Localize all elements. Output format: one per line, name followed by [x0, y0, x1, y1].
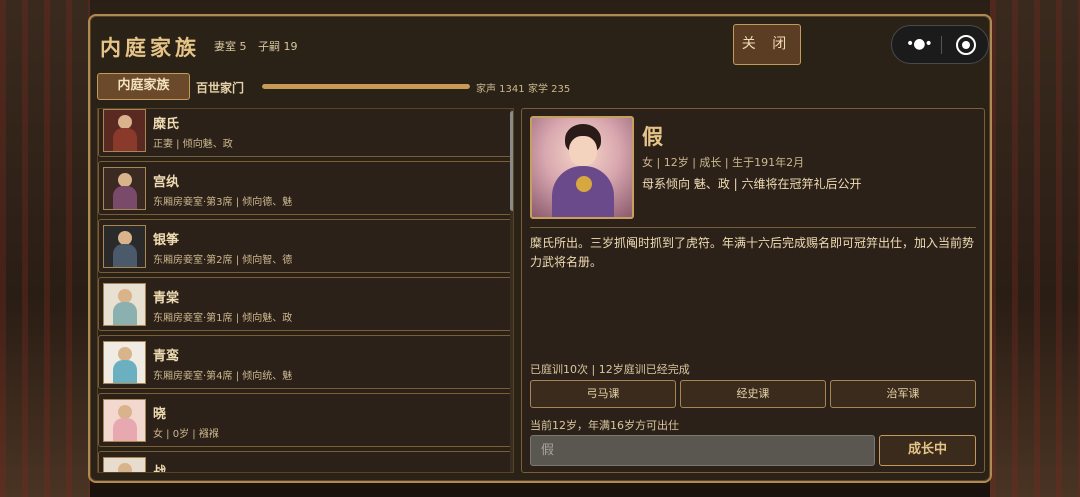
avatar: [103, 225, 146, 268]
learning-value: 家学 235: [528, 84, 571, 95]
name-input[interactable]: [530, 435, 875, 466]
member-desc: 东厢房妾室·第4席 | 倾向统、魅: [153, 371, 293, 382]
archery-course-button[interactable]: 弓马课: [530, 380, 676, 408]
member-name: 银筝: [153, 233, 180, 248]
more-icon[interactable]: •●•: [906, 36, 933, 52]
avatar: [103, 457, 146, 472]
member-name: 青鸾: [153, 349, 180, 364]
tab-inner-family[interactable]: 内庭家族: [97, 73, 190, 100]
member-name: 青棠: [153, 291, 180, 306]
fame-value: 家声 1341: [476, 84, 525, 95]
member-desc: 女 | 0岁 | 襁褓: [153, 429, 219, 440]
heirs-count: 子嗣 19: [258, 40, 298, 53]
clan-progress-fill: [262, 84, 470, 89]
growing-button[interactable]: 成长中: [879, 435, 976, 466]
list-item[interactable]: 青鸾 东厢房妾室·第4席 | 倾向统、魅: [98, 335, 513, 389]
list-item[interactable]: 晓 女 | 0岁 | 襁褓: [98, 393, 513, 447]
avatar: [103, 109, 146, 152]
member-name: 战: [153, 465, 167, 473]
background-scenery-left: [0, 0, 90, 497]
wives-count: 妻室 5: [214, 40, 247, 53]
member-list[interactable]: 糜氏 正妻 | 倾向魅、政 宫纨 东厢房妾室·第3席 | 倾向德、魅 银筝 东厢…: [97, 108, 514, 473]
detail-portrait: [530, 116, 634, 219]
member-name: 糜氏: [153, 117, 180, 132]
classics-course-button[interactable]: 经史课: [680, 380, 826, 408]
member-desc: 东厢房妾室·第1席 | 倾向魅、政: [153, 313, 293, 324]
service-note: 当前12岁，年满16岁方可出仕: [530, 419, 679, 432]
detail-name: 假: [642, 125, 663, 149]
list-item[interactable]: 战: [98, 451, 513, 473]
avatar: [103, 283, 146, 326]
family-panel: 内庭家族 妻室 5 子嗣 19 关 闭 •●• 内庭家族 百世家门 家声 134…: [88, 14, 992, 483]
capsule-divider: [941, 36, 942, 54]
avatar: [103, 399, 146, 442]
training-status: 已庭训10次 | 12岁庭训已经完成: [530, 363, 690, 376]
tab-clan-lineage[interactable]: 百世家门: [196, 79, 244, 96]
list-item[interactable]: 青棠 东厢房妾室·第1席 | 倾向魅、政: [98, 277, 513, 331]
list-item[interactable]: 宫纨 东厢房妾室·第3席 | 倾向德、魅: [98, 161, 513, 215]
avatar: [103, 167, 146, 210]
detail-description: 糜氏所出。三岁抓阄时抓到了虎符。年满十六后完成赐名即可冠笄出仕，加入当前势力武将…: [530, 236, 975, 269]
list-item[interactable]: 糜氏 正妻 | 倾向魅、政: [98, 109, 513, 157]
military-course-button[interactable]: 治军课: [830, 380, 976, 408]
page-title: 内庭家族: [100, 36, 200, 60]
member-desc: 东厢房妾室·第2席 | 倾向智、德: [153, 255, 293, 266]
detail-trait: 母系倾向 魅、政 | 六维将在冠笄礼后公开: [642, 177, 862, 191]
member-desc: 东厢房妾室·第3席 | 倾向德、魅: [153, 197, 293, 208]
background-scenery-right: [990, 0, 1080, 497]
mini-program-capsule: •●•: [891, 25, 989, 64]
detail-meta: 女 | 12岁 | 成长 | 生于191年2月: [642, 156, 805, 169]
scrollbar-thumb[interactable]: [510, 111, 513, 211]
exit-target-icon[interactable]: [956, 35, 976, 55]
member-desc: 正妻 | 倾向魅、政: [153, 139, 233, 150]
avatar: [103, 341, 146, 384]
clan-progress-bar: [262, 84, 470, 89]
list-item[interactable]: 银筝 东厢房妾室·第2席 | 倾向智、德: [98, 219, 513, 273]
divider: [530, 227, 976, 228]
close-button[interactable]: 关 闭: [733, 24, 801, 65]
member-name: 晓: [153, 407, 167, 422]
member-name: 宫纨: [153, 175, 180, 190]
member-detail: 假 女 | 12岁 | 成长 | 生于191年2月 母系倾向 魅、政 | 六维将…: [521, 108, 985, 473]
